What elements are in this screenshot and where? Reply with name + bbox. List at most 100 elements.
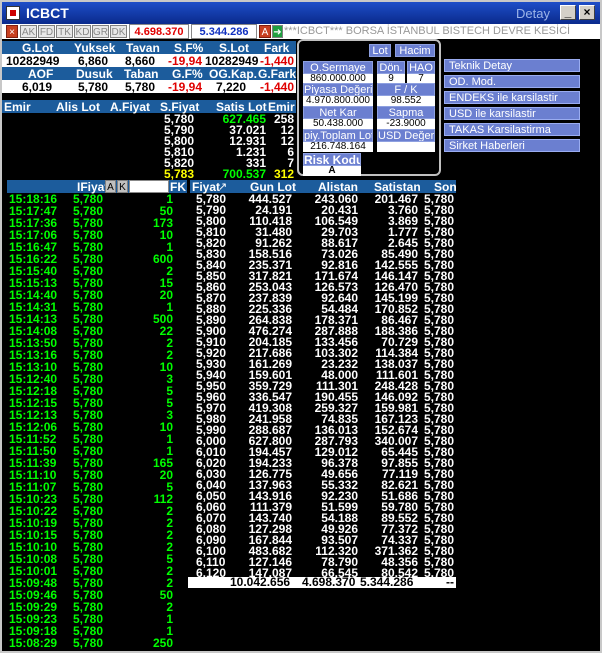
stat-header: G.F% [172,67,203,81]
sell-order-count: 312 [273,167,294,181]
menu-item-teknik-detay[interactable]: Teknik Detay [444,59,580,72]
a-button[interactable]: A [259,25,271,38]
trade-time: 15:08:29 [9,636,58,650]
piyasa-degeri-label: Piyasa Değeri [303,83,373,96]
column-header: FK [170,180,186,194]
risk-kodu-label: Risk Kodu [303,153,361,166]
stat-header: Tavan [126,41,160,55]
trades-header: IFiyat A K FK [7,180,187,194]
stat-value: 6,860 [78,54,109,68]
stat-value: 5,780 [125,80,156,94]
fk-label: F / K [377,83,435,96]
stat-value: 5,780 [78,80,109,94]
tab-gr[interactable]: GR [92,25,109,38]
total-sell-value: 5.344.286 [191,24,257,39]
trades-list: 15:18:16 5,780 1 15:17:47 5,780 50 15:17:36 5,7… [7,193,187,651]
hacim-button[interactable]: Hacim [395,44,435,57]
total-alistan: 4.698.370 [302,575,356,589]
stat-header: AOF [28,67,54,81]
filter-input[interactable] [129,180,169,193]
fundamentals-panel: Lot Hacim O.Sermaye 860.000.000 Dön. 9 H… [297,39,441,176]
trade-price: 5,780 [73,636,104,650]
trade-row[interactable]: 15:08:29 5,780 250 [7,637,187,649]
net-kar-label: Net Kar [303,106,373,119]
sell-price: 5,783 [163,167,194,181]
close-button[interactable]: × [579,5,595,20]
sort-a-button[interactable]: A [105,180,116,193]
tab-tk[interactable]: TK [56,25,73,38]
stat-value: -1,440 [260,80,295,94]
stat-header: Yuksek [74,41,116,55]
stat-header: G.Fark [258,67,297,81]
stat-value: -19,94 [168,54,203,68]
news-ticker: ***ICBCT*** BORSA İSTANBUL BISTECH DEVRE… [284,25,571,37]
net-kar-value: 50.438.000 [303,119,373,129]
order-book-row[interactable]: 5,783 700.537 312 [2,167,296,181]
stats-row-1: 10282949 6,860 8,660 -19,94 10282949 -1,… [2,54,296,68]
stat-value: -1,440 [260,54,295,68]
stat-header: G.Lot [22,41,54,55]
stat-value: 7,220 [216,80,247,94]
trade-lot: 250 [152,636,173,650]
column-header: Satistan [374,180,421,194]
column-header: Alistan [318,180,359,194]
stock-detail-window: ICBCT Detay _ × × AK FD TK KD GR DK 4.69… [0,0,602,653]
don-label: Dön. [377,61,405,74]
usd-degeri-button[interactable]: USD Değeri [377,129,435,142]
total-buy-value: 4.698.370 [129,24,189,39]
price-table-totals: 10.042.656 4.698.370 5.344.286 -- [188,575,456,589]
fk-value: 98.552 [377,96,435,106]
total-son: -- [446,575,454,589]
window-title: ICBCT [26,5,69,21]
column-header: Emir [4,100,31,114]
price-table: 5,780 444.527 243.060 201.467 5,780 5,790 24.1… [190,193,456,583]
sort-k-button[interactable]: K [117,180,128,193]
summary-stats: G.Lot Yuksek Tavan S.F% S.Lot Fark 10282… [2,39,297,94]
column-header: Gun Lot [250,180,296,194]
sort-arrow-icon[interactable]: ↗ [218,180,227,193]
tab-fd[interactable]: FD [38,25,55,38]
tab-ak[interactable]: AK [20,25,37,38]
lot-button[interactable]: Lot [369,44,391,57]
price-table-header: Fiyat ↗ Gun Lot Alistan Satistan Son [190,180,457,194]
menu-item-usd-ile-karsilastir[interactable]: USD ile karsilastir [444,107,580,120]
column-header: A.Fiyat [110,100,151,114]
total-gun-lot: 10.042.656 [230,575,291,589]
toolbar: × AK FD TK KD GR DK 4.698.370 5.344.286 … [2,24,600,39]
stat-header: OG.Kap. [209,67,258,81]
stat-header: S.F% [174,41,204,55]
piy-toplam-lot-value: 216.748.164 [303,142,373,152]
stats-header-2: AOF Dusuk Taban G.F% OG.Kap. G.Fark [2,67,297,81]
menu-item-takas-karsilastirma[interactable]: TAKAS Karsilastirma [444,123,580,136]
tab-kd[interactable]: KD [74,25,91,38]
menu-item-sirket-haberleri[interactable]: Sirket Haberleri [444,139,580,152]
minimize-button[interactable]: _ [560,5,576,20]
stat-header: Taban [124,67,159,81]
close-icon[interactable]: × [6,25,18,38]
detay-label: Detay [516,6,550,21]
stat-value: 10282949 [6,54,60,68]
column-header: Fiyat [192,180,221,194]
usd-degeri-value [377,142,435,152]
stat-header: Fark [264,41,290,55]
stats-row-2: 6,019 5,780 5,780 -19,94 7,220 -1,440 [2,80,296,94]
stat-value: -19,94 [168,80,203,94]
stat-value: 10282949 [205,54,259,68]
tab-dk[interactable]: DK [110,25,127,38]
column-header: Alis Lot [56,100,100,114]
menu-item-endeks-ile-karsilastir[interactable]: ENDEKS ile karsilastir [444,91,580,104]
app-icon [6,6,20,20]
stat-value: 6,019 [22,80,53,94]
stat-header: S.Lot [219,41,249,55]
stat-value: 8,660 [125,54,156,68]
column-header: IFiyat [77,180,109,194]
arrow-right-icon[interactable]: ➜ [272,25,283,38]
sapma-value: -23.9000 [377,119,435,129]
piy-toplam-lot-label: piy.Toplam Lot [303,129,373,142]
menu-item-od-mod-[interactable]: OD. Mod. [444,75,580,88]
title-bar[interactable]: ICBCT Detay _ × [2,2,600,24]
hao-label: HAO [407,61,435,74]
risk-kodu-value: A [303,166,361,176]
osermaye-label: O.Sermaye [303,61,373,74]
order-book: 5,780 627.465 258 5,790 37.021 12 5,800 12.931 1… [2,112,296,181]
